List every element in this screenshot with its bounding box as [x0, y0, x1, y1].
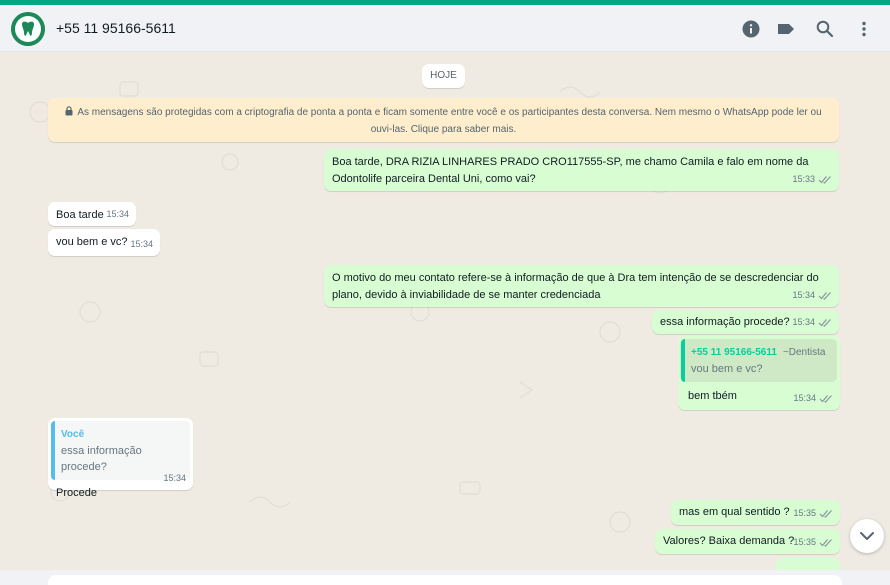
message-meta: 15:35 — [793, 505, 833, 522]
message-bubble-outgoing[interactable]: O motivo do meu contato refere-se à info… — [324, 265, 839, 307]
message-time: 15:34 — [792, 317, 815, 327]
encryption-notice-text: As mensagens são protegidas com a cripto… — [77, 107, 822, 135]
message-bubble-incoming[interactable]: vou bem e vc? 15:34 — [48, 229, 160, 256]
quoted-text: vou bem e vc? — [691, 363, 763, 375]
info-icon[interactable] — [741, 19, 761, 39]
contact-avatar[interactable] — [11, 12, 45, 46]
quoted-author: +55 11 95166-5611 — [691, 347, 777, 358]
message-meta: 15:34 — [106, 206, 129, 223]
read-ticks-icon — [819, 539, 832, 547]
message-meta: 15:34 — [130, 236, 153, 253]
read-ticks-icon — [819, 510, 832, 518]
message-time: 15:35 — [793, 508, 816, 518]
message-meta: 15:34 — [792, 314, 832, 331]
message-meta: 15:34 — [792, 287, 832, 304]
message-text: O motivo do meu contato refere-se à info… — [332, 272, 819, 301]
message-time: 15:34 — [106, 209, 129, 219]
message-time: 15:34 — [793, 393, 816, 403]
chat-panel[interactable]: HOJE As mensagens são protegidas com a c… — [0, 52, 890, 570]
search-icon[interactable] — [815, 19, 835, 39]
message-bubble-outgoing[interactable]: Boa tarde, DRA RIZIA LINHARES PRADO CRO1… — [324, 149, 839, 191]
message-time: 15:33 — [792, 174, 815, 184]
date-chip: HOJE — [422, 64, 465, 88]
quoted-author: Você — [61, 429, 85, 440]
message-time: 15:34 — [792, 290, 815, 300]
chevron-down-icon — [860, 532, 874, 540]
read-ticks-icon — [818, 176, 831, 184]
scroll-to-bottom-button[interactable] — [850, 519, 884, 553]
lock-icon — [65, 106, 73, 116]
message-input[interactable] — [48, 575, 842, 585]
read-ticks-icon — [819, 395, 832, 403]
message-time: 15:34 — [163, 473, 186, 483]
message-meta: 15:35 — [793, 534, 833, 551]
contact-name[interactable]: +55 11 95166-5611 — [56, 20, 176, 36]
message-meta: 15:33 — [792, 171, 832, 188]
message-bubble-incoming[interactable]: Boa tarde 15:34 — [48, 202, 136, 226]
message-time: 15:35 — [793, 537, 816, 547]
message-meta: 15:34 — [163, 470, 186, 487]
message-bubble-incoming-reply[interactable]: Você essa informação procede? Procede 15… — [48, 418, 193, 499]
message-bubble-outgoing-reply[interactable]: +55 11 95166-5611 ~Dentista vou bem e vc?… — [678, 336, 840, 410]
read-ticks-icon — [818, 292, 831, 300]
tooth-logo-icon — [11, 12, 45, 46]
read-ticks-icon — [818, 319, 831, 327]
message-bubble-outgoing[interactable]: Valores? Baixa demanda ? 15:35 — [655, 529, 840, 554]
menu-icon[interactable] — [854, 19, 874, 39]
message-meta: 15:34 — [793, 390, 833, 407]
composer-bar — [0, 570, 890, 585]
quoted-message[interactable]: +55 11 95166-5611 ~Dentista vou bem e vc? — [681, 339, 837, 382]
chat-header: +55 11 95166-5611 — [0, 5, 890, 52]
message-time: 15:34 — [130, 239, 153, 249]
encryption-notice[interactable]: As mensagens são protegidas com a cripto… — [48, 98, 839, 142]
message-bubble-outgoing[interactable]: mas em qual sentido ? 15:35 — [671, 500, 840, 525]
partial-message-bubble — [776, 558, 840, 570]
label-icon[interactable] — [776, 19, 796, 39]
message-text: Boa tarde, DRA RIZIA LINHARES PRADO CRO1… — [332, 156, 809, 185]
quoted-author-nickname: ~Dentista — [782, 347, 826, 358]
message-bubble-outgoing[interactable]: essa informação procede? 15:34 — [652, 310, 839, 334]
